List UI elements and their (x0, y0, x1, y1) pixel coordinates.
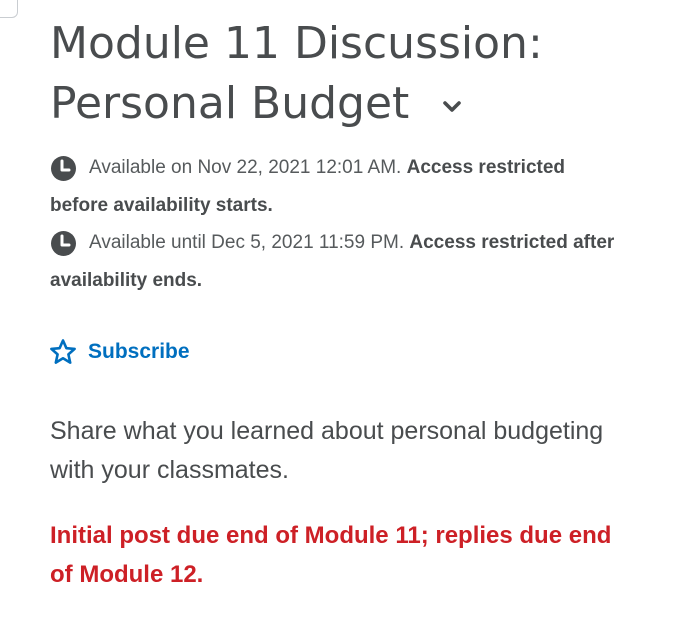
due-note-line-2: of Module 12. (50, 561, 204, 588)
title-line-2-text: Personal Budget (50, 78, 410, 129)
due-note-line-1: Initial post due end of Module 11; repli… (50, 522, 612, 549)
availability-end-restriction: Access restricted after (409, 232, 615, 253)
clock-icon (50, 155, 77, 182)
availability-start-restriction-cont: before availability starts. (50, 195, 273, 216)
availability-start-restriction: Access restricted (406, 157, 566, 178)
title-line-2: Personal Budget (50, 74, 670, 134)
availability-end-restriction-cont: availability ends. (50, 270, 203, 291)
description-line-1: Share what you learned about personal bu… (50, 417, 604, 445)
availability-start: Available on Nov 22, 2021 12:01 AM. Acce… (50, 149, 660, 225)
chevron-down-icon[interactable] (439, 94, 465, 120)
availability-start-text: Available on Nov 22, 2021 12:01 AM. (89, 157, 402, 178)
star-outline-icon (49, 338, 77, 366)
clock-icon (50, 230, 77, 257)
discussion-description: Share what you learned about personal bu… (50, 412, 670, 490)
subscribe-button[interactable]: Subscribe (49, 338, 190, 366)
availability-end: Available until Dec 5, 2021 11:59 PM. Ac… (50, 224, 660, 300)
partial-button-edge (0, 0, 18, 18)
title-line-1: Module 11 Discussion: (50, 18, 543, 69)
subscribe-label: Subscribe (88, 340, 190, 363)
page-title: Module 11 Discussion: Personal Budget (50, 14, 670, 134)
availability-end-text: Available until Dec 5, 2021 11:59 PM. (89, 232, 405, 253)
description-line-2: with your classmates. (50, 456, 289, 484)
due-date-note: Initial post due end of Module 11; repli… (50, 516, 670, 594)
